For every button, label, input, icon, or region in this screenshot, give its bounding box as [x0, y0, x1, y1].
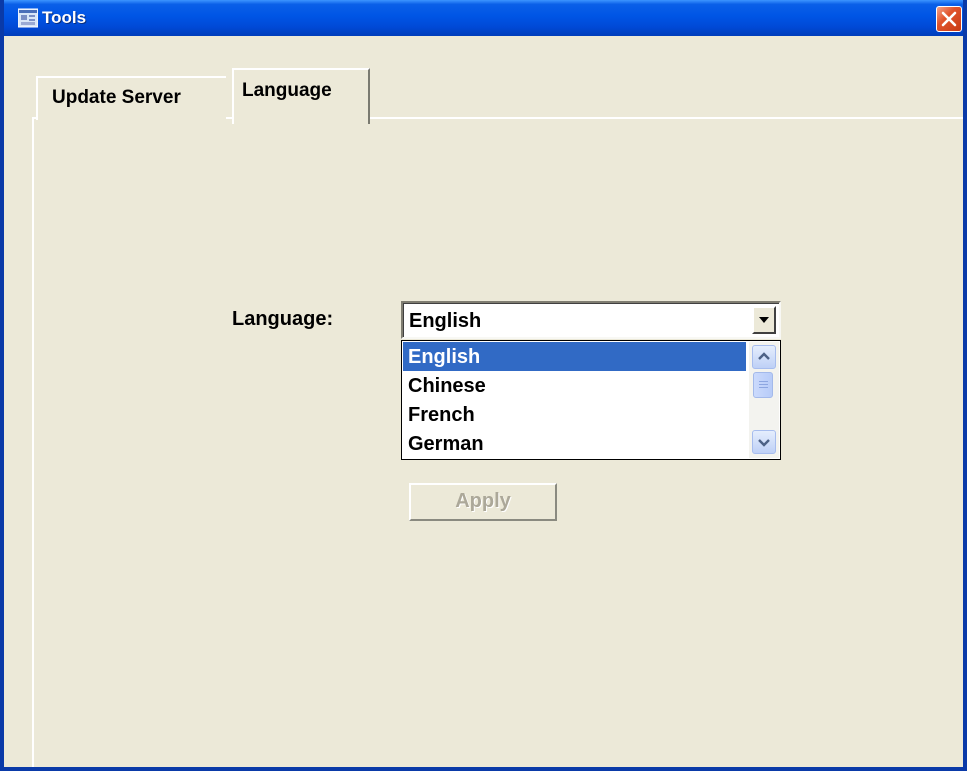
language-option-german[interactable]: German: [403, 429, 746, 458]
tab-update-server-label: Update Server: [52, 87, 181, 108]
tab-update-server[interactable]: Update Server: [36, 76, 226, 120]
scroll-thumb[interactable]: [753, 372, 773, 398]
language-select[interactable]: English: [401, 301, 781, 339]
tools-app-icon: [18, 8, 38, 28]
language-option-french[interactable]: French: [403, 400, 746, 429]
language-option-chinese[interactable]: Chinese: [403, 371, 746, 400]
dropdown-scrollbar[interactable]: [749, 342, 779, 458]
close-button[interactable]: [936, 6, 962, 32]
tab-language-label: Language: [242, 80, 332, 101]
tools-window: Tools Update Server Language Language: E…: [0, 0, 967, 771]
language-dropdown-list: English Chinese French German: [401, 340, 781, 460]
tab-language[interactable]: Language: [232, 68, 370, 124]
language-option-english[interactable]: English: [403, 342, 746, 371]
scroll-down-button[interactable]: [752, 430, 776, 454]
close-icon: [941, 11, 957, 27]
chevron-down-icon: [759, 317, 769, 323]
scroll-down-icon: [758, 439, 770, 447]
language-label: Language:: [232, 308, 334, 330]
title-bar[interactable]: Tools: [4, 0, 963, 36]
scroll-up-icon: [758, 352, 770, 360]
language-dropdown-button[interactable]: [752, 306, 776, 334]
scroll-up-button[interactable]: [752, 345, 776, 369]
language-select-value: English: [409, 310, 482, 332]
window-title: Tools: [42, 8, 87, 27]
apply-button[interactable]: Apply: [409, 483, 557, 521]
